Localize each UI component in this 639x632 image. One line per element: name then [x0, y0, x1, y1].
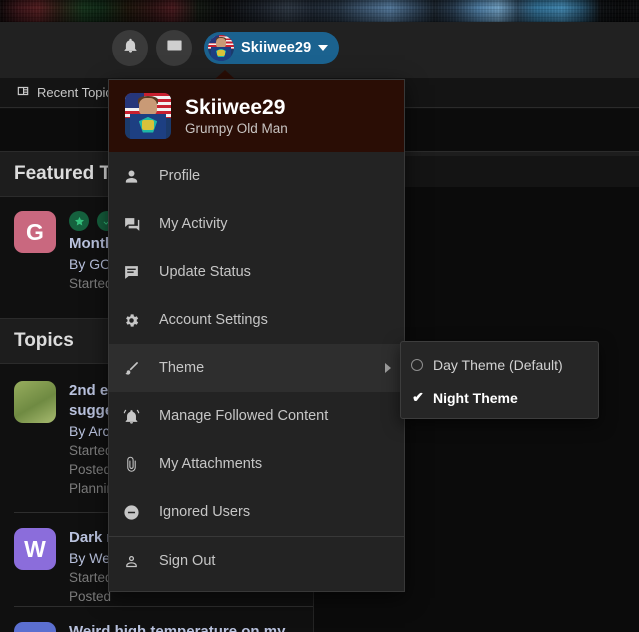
- person-icon: [123, 168, 153, 185]
- menu-item-manage-followed-content[interactable]: Manage Followed Content: [109, 392, 404, 440]
- menu-item-label: Ignored Users: [159, 504, 251, 520]
- profile-title: Grumpy Old Man: [185, 120, 288, 136]
- topic-title[interactable]: Weird high temperature on my: [69, 622, 285, 632]
- menu-item-label: Account Settings: [159, 312, 268, 328]
- nav-item-recent-topics[interactable]: Recent Topics: [16, 84, 118, 101]
- notifications-button[interactable]: [112, 30, 148, 66]
- header-actions: Skiiwee29: [112, 30, 340, 66]
- submenu-item-label: Day Theme (Default): [433, 356, 563, 373]
- menu-item-theme[interactable]: Theme: [109, 344, 404, 392]
- avatar: W: [14, 528, 56, 570]
- nav-item-label: Recent Topics: [37, 85, 119, 100]
- list-item-body: Weird high temperature on my: [69, 622, 285, 632]
- theme-submenu: Day Theme (Default) ✔ Night Theme: [400, 341, 599, 419]
- bell-icon: [122, 37, 139, 59]
- submenu-item-label: Night Theme: [433, 389, 518, 406]
- menu-item-label: Theme: [159, 360, 205, 376]
- avatar: M: [14, 622, 56, 632]
- banner-shade: [0, 0, 639, 22]
- section-title-topics: Topics: [14, 330, 74, 351]
- menu-item-label: Manage Followed Content: [159, 408, 329, 424]
- paperclip-icon: [123, 456, 153, 473]
- comments-icon: [123, 216, 153, 233]
- caret-down-icon: [318, 45, 329, 51]
- profile-card[interactable]: Skiiwee29 Grumpy Old Man: [109, 80, 404, 152]
- paintbrush-icon: [123, 360, 153, 377]
- avatar: [208, 35, 234, 61]
- header-bar: Skiiwee29: [0, 22, 639, 78]
- site-banner-image: [0, 0, 639, 22]
- news-list-icon: [16, 84, 30, 101]
- section-title-featured: Featured To: [14, 163, 122, 184]
- profile-name: Skiiwee29: [185, 95, 286, 119]
- menu-item-label: Update Status: [159, 264, 251, 280]
- check-icon: ✔: [412, 389, 424, 405]
- menu-item-label: My Attachments: [159, 456, 263, 472]
- gear-icon: [123, 312, 153, 329]
- user-menu-button[interactable]: Skiiwee29: [204, 32, 340, 64]
- header-username: Skiiwee29: [241, 40, 312, 56]
- messages-button[interactable]: [156, 30, 192, 66]
- avatar: [125, 93, 171, 139]
- menu-item-my-attachments[interactable]: My Attachments: [109, 440, 404, 488]
- avatar-art: [208, 35, 234, 61]
- avatar: G: [14, 211, 56, 253]
- star-icon: [69, 211, 89, 231]
- avatar-letter: W: [24, 535, 46, 562]
- avatar: [14, 381, 56, 423]
- envelope-icon: [166, 37, 183, 59]
- menu-item-update-status[interactable]: Update Status: [109, 248, 404, 296]
- submenu-item-day-theme[interactable]: Day Theme (Default): [401, 348, 598, 381]
- radio-empty-icon: [411, 358, 423, 371]
- menu-item-my-activity[interactable]: My Activity: [109, 200, 404, 248]
- menu-item-profile[interactable]: Profile: [109, 152, 404, 200]
- menu-item-ignored-users[interactable]: Ignored Users: [109, 488, 404, 536]
- minus-circle-icon: [123, 504, 153, 521]
- menu-item-label: My Activity: [159, 216, 228, 232]
- menu-item-label: Sign Out: [159, 553, 216, 569]
- submenu-item-night-theme[interactable]: ✔ Night Theme: [401, 381, 598, 414]
- profile-card-text: Skiiwee29 Grumpy Old Man: [185, 95, 288, 138]
- status-comment-icon: [123, 264, 153, 281]
- avatar-letter: G: [26, 218, 44, 245]
- chevron-right-icon: [385, 363, 391, 373]
- menu-item-label: Profile: [159, 168, 201, 184]
- app-window: Skiiwee29 Recent Topics Featured To G Mo…: [0, 0, 639, 632]
- menu-item-sign-out[interactable]: Sign Out: [109, 537, 404, 585]
- user-dropdown-menu: Skiiwee29 Grumpy Old Man Profile My Acti…: [108, 79, 405, 592]
- menu-item-account-settings[interactable]: Account Settings: [109, 296, 404, 344]
- bell-ring-icon: [123, 408, 153, 425]
- avatar-art: [125, 93, 171, 139]
- sign-out-person-icon: [123, 553, 153, 570]
